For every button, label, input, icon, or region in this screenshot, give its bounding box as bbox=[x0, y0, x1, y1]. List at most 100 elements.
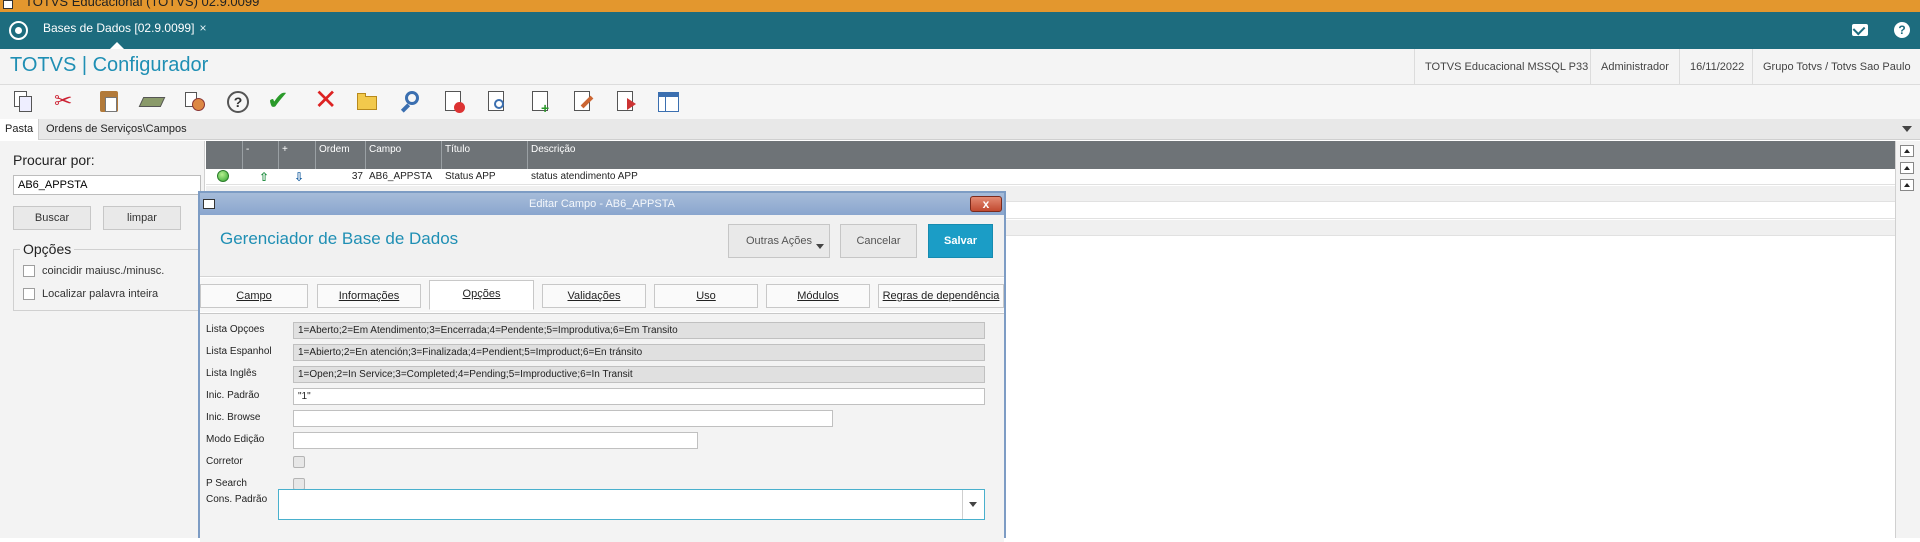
lista-opcoes-field[interactable]: 1=Aberto;2=Em Atendimento;3=Encerrada;4=… bbox=[293, 322, 985, 339]
inic-browse-field[interactable] bbox=[293, 410, 833, 427]
chevron-down-icon[interactable] bbox=[962, 490, 984, 519]
tab-informacoes[interactable]: Informações bbox=[317, 284, 421, 308]
app-title: TOTVS | Configurador bbox=[10, 54, 209, 76]
grid-header-ordem[interactable]: Ordem bbox=[316, 141, 366, 169]
tab-campo[interactable]: Campo bbox=[200, 284, 308, 308]
tab-pasta[interactable]: Pasta bbox=[0, 119, 40, 140]
clear-button[interactable]: limpar bbox=[103, 206, 181, 230]
grid-header: - + Ordem Campo Título Descrição bbox=[206, 141, 1895, 169]
lista-ingles-label: Lista Inglês bbox=[206, 368, 257, 379]
window-title: TOTVS Educacional (TOTVS) 02.9.0099 bbox=[25, 0, 260, 9]
row-ordem: 37 bbox=[351, 171, 363, 182]
mail-icon[interactable] bbox=[1852, 24, 1868, 36]
match-case-checkbox[interactable] bbox=[23, 265, 35, 277]
tab-opcoes[interactable]: Opções bbox=[429, 280, 534, 310]
table-delete-icon[interactable] bbox=[441, 88, 469, 116]
scroll-up-icon[interactable] bbox=[1900, 179, 1914, 191]
move-up-icon[interactable]: ⇧ bbox=[256, 169, 272, 185]
grid-header-descricao[interactable]: Descrição bbox=[528, 141, 1895, 169]
save-button[interactable]: Salvar bbox=[928, 224, 993, 258]
edit-icon[interactable] bbox=[570, 88, 598, 116]
environment-info: TOTVS Educacional MSSQL P33 bbox=[1414, 49, 1588, 85]
more-actions-button[interactable]: Outras Ações bbox=[728, 224, 830, 258]
preview-icon[interactable] bbox=[484, 88, 512, 116]
lista-espanhol-label: Lista Espanhol bbox=[206, 346, 272, 357]
more-actions-label: Outras Ações bbox=[745, 235, 813, 247]
tab-uso[interactable]: Uso bbox=[654, 284, 758, 308]
search-input[interactable] bbox=[13, 175, 201, 195]
status-ok-icon bbox=[217, 170, 229, 182]
match-case-label: coincidir maiusc./minusc. bbox=[42, 265, 165, 277]
cut-icon[interactable]: ✂ bbox=[52, 88, 80, 116]
add-icon[interactable]: + bbox=[528, 88, 556, 116]
paste-icon[interactable] bbox=[96, 88, 124, 116]
modo-edicao-label: Modo Edição bbox=[206, 434, 265, 445]
options-group bbox=[13, 249, 201, 311]
scroll-page-up-icon[interactable] bbox=[1900, 162, 1914, 174]
totvs-logo-icon[interactable] bbox=[9, 21, 28, 40]
copy-field-icon[interactable] bbox=[181, 88, 209, 116]
dialog-title-bar: Editar Campo - AB6_APPSTA x bbox=[200, 193, 1004, 215]
grid-header-titulo[interactable]: Título bbox=[442, 141, 528, 169]
psearch-label: P Search bbox=[206, 478, 247, 489]
edit-field-dialog: Editar Campo - AB6_APPSTA x Gerenciador … bbox=[198, 191, 1006, 542]
index-icon[interactable] bbox=[655, 88, 683, 116]
company-info: Grupo Totvs / Totvs Sao Paulo bbox=[1752, 49, 1911, 85]
table-row[interactable]: ⇧ ⇩ 37 AB6_APPSTA Status APP status aten… bbox=[206, 169, 1895, 185]
cancel-button[interactable]: Cancelar bbox=[840, 224, 917, 258]
tab-regras-de-dependencia[interactable]: Regras de dependência bbox=[878, 284, 1004, 308]
dialog-header-title: Gerenciador de Base de Dados bbox=[220, 229, 459, 248]
tab-validacoes[interactable]: Validações bbox=[542, 284, 646, 308]
user-info: Administrador bbox=[1590, 49, 1669, 85]
tab-label: Bases de Dados [02.9.0099] bbox=[43, 21, 195, 35]
row-titulo: Status APP bbox=[445, 171, 496, 182]
options-form: Lista Opçoes 1=Aberto;2=Em Atendimento;3… bbox=[200, 313, 1004, 542]
grid-header-campo[interactable]: Campo bbox=[366, 141, 442, 169]
chevron-down-icon bbox=[816, 244, 824, 249]
active-tab-caret bbox=[110, 42, 124, 49]
help-icon[interactable]: ? bbox=[224, 88, 252, 116]
chevron-down-icon[interactable] bbox=[1902, 126, 1912, 132]
dialog-header: Gerenciador de Base de Dados Outras Açõe… bbox=[200, 215, 1004, 277]
dialog-tabs: Campo Informações Opções Validações Uso … bbox=[200, 278, 1004, 312]
cons-padrao-label: Cons. Padrão bbox=[206, 494, 268, 505]
help-icon[interactable]: ? bbox=[1894, 22, 1910, 38]
window-title-bar: TOTVS Educacional (TOTVS) 02.9.0099 bbox=[0, 0, 1920, 12]
inic-padrao-label: Inic. Padrão bbox=[206, 390, 260, 401]
corretor-checkbox[interactable] bbox=[293, 456, 305, 468]
scroll-top-icon[interactable] bbox=[1900, 145, 1914, 157]
tab-close-icon[interactable]: × bbox=[199, 21, 206, 35]
whole-word-label: Localizar palavra inteira bbox=[42, 288, 159, 300]
row-campo: AB6_APPSTA bbox=[369, 171, 433, 182]
options-title: Opções bbox=[20, 241, 75, 257]
folder-path: Ordens de Serviços\Campos bbox=[46, 123, 187, 135]
row-descricao: status atendimento APP bbox=[531, 171, 638, 182]
folder-icon[interactable] bbox=[354, 88, 382, 116]
date-info: 16/11/2022 bbox=[1679, 49, 1744, 85]
search-icon[interactable] bbox=[398, 88, 426, 116]
modo-edicao-field[interactable] bbox=[293, 432, 698, 449]
whole-word-checkbox[interactable] bbox=[23, 288, 35, 300]
cancel-icon[interactable]: ✕ bbox=[311, 85, 339, 116]
lista-ingles-field[interactable]: 1=Open;2=In Service;3=Completed;4=Pendin… bbox=[293, 366, 985, 383]
cons-padrao-combo[interactable] bbox=[278, 489, 985, 520]
export-icon[interactable] bbox=[613, 88, 641, 116]
toolbar: ✂ ? ✔ ✕ + bbox=[0, 85, 1920, 119]
inic-padrao-field[interactable]: "1" bbox=[293, 388, 985, 405]
grid-header-plus[interactable]: + bbox=[279, 141, 316, 169]
folder-tabs: Pasta Ordens de Serviços\Campos bbox=[0, 119, 1920, 140]
tab-modulos[interactable]: Módulos bbox=[766, 284, 870, 308]
lista-espanhol-field[interactable]: 1=Abierto;2=En atención;3=Finalizada;4=P… bbox=[293, 344, 985, 361]
move-down-icon[interactable]: ⇩ bbox=[291, 169, 307, 185]
grid-header-minus[interactable]: - bbox=[243, 141, 279, 169]
navigation-strip bbox=[1895, 141, 1920, 538]
copy-icon[interactable] bbox=[10, 88, 38, 116]
confirm-icon[interactable]: ✔ bbox=[266, 86, 294, 116]
search-panel: Procurar por: Buscar limpar Opções coinc… bbox=[0, 141, 205, 538]
eraser-icon[interactable] bbox=[138, 88, 166, 116]
search-button[interactable]: Buscar bbox=[13, 206, 91, 230]
inic-browse-label: Inic. Browse bbox=[206, 412, 261, 423]
tab-bases-de-dados[interactable]: Bases de Dados [02.9.0099] × bbox=[33, 12, 217, 49]
corretor-label: Corretor bbox=[206, 456, 243, 467]
dialog-close-button[interactable]: x bbox=[970, 196, 1002, 212]
